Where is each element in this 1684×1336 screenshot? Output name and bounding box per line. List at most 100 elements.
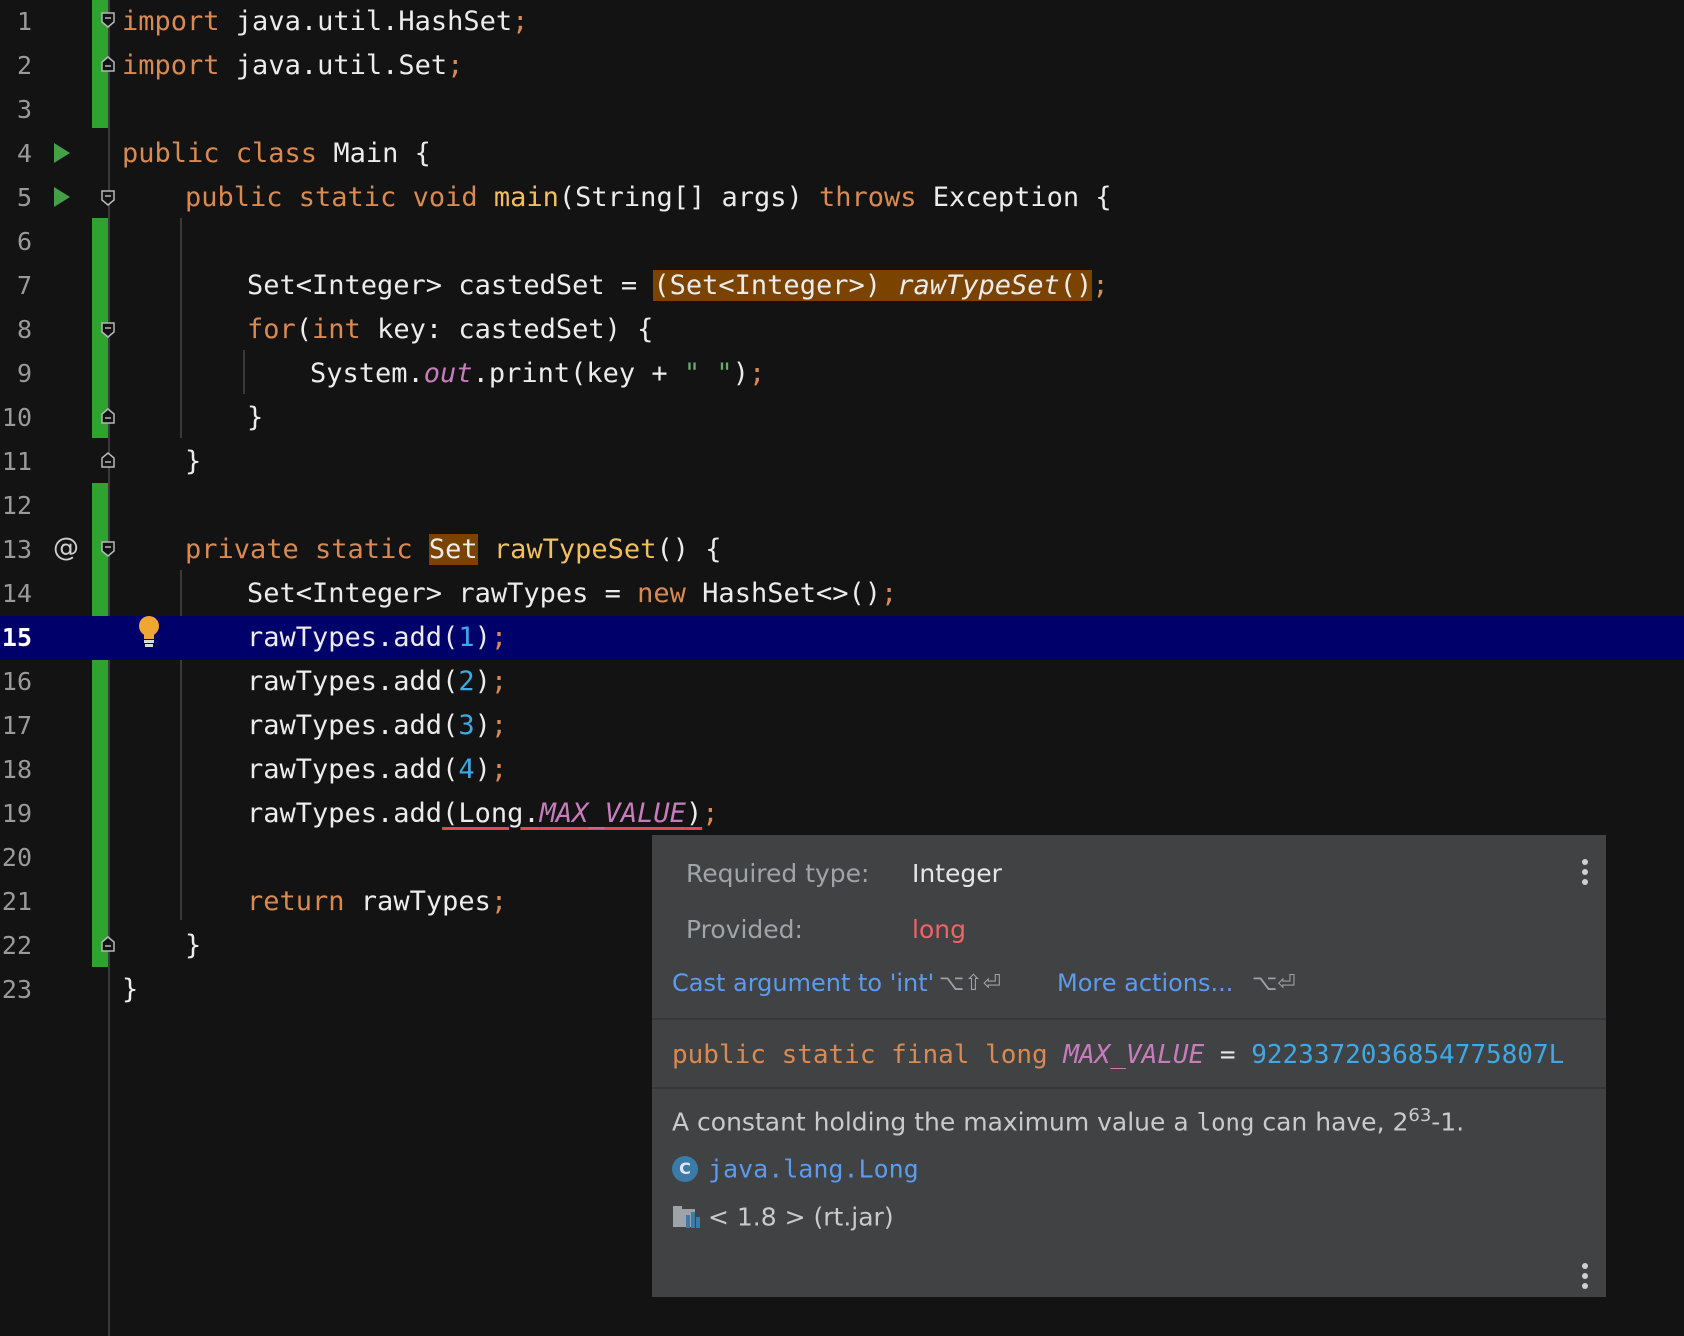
line-number[interactable]: 17 [0,704,36,748]
code-text[interactable]: Set<Integer> rawTypes = new HashSet<>(); [247,572,897,616]
line-number[interactable]: 22 [0,924,36,968]
code-text[interactable]: private static Set rawTypeSet() { [185,528,721,572]
raw-type-highlight[interactable]: Set [428,534,478,565]
fold-icon[interactable] [101,56,115,72]
keyword: throws [819,182,917,213]
popup-menu-icon[interactable] [1582,859,1588,889]
code-line[interactable]: 11 } [0,440,1684,484]
code-text[interactable]: return rawTypes; [247,880,507,924]
code-line[interactable]: 7 Set<Integer> castedSet = (Set<Integer>… [0,264,1684,308]
signature-modifiers: public static final long [672,1040,1048,1070]
semicolon: ; [748,358,766,389]
code-line[interactable]: 4 public class Main { [0,132,1684,176]
run-icon[interactable] [54,187,70,207]
declaring-class[interactable]: Cjava.lang.Long [672,1153,919,1184]
code-text[interactable]: import java.util.Set; [122,44,463,88]
line-number[interactable]: 13 [0,528,36,572]
code-text[interactable]: public class Main { [122,132,431,176]
error-tooltip-popup[interactable]: Required type: Integer Provided: long Ca… [652,835,1606,1297]
fold-icon[interactable] [101,408,115,424]
fold-icon[interactable] [101,12,115,28]
code-line[interactable]: 19 rawTypes.add(Long.MAX_VALUE); [0,792,1684,836]
fold-icon[interactable] [101,452,115,468]
more-actions-link[interactable]: More actions... [1057,969,1233,997]
code-line[interactable]: 16 rawTypes.add(2); [0,660,1684,704]
code-text[interactable]: } [122,968,138,1012]
fold-icon[interactable] [101,541,115,557]
line-number[interactable]: 19 [0,792,36,836]
code-line[interactable]: 13 private static Set rawTypeSet() { [0,528,1684,572]
popup-bottom-menu-icon[interactable] [1582,1263,1588,1293]
declaring-class-link[interactable]: java.lang.Long [708,1155,919,1184]
line-number[interactable]: 8 [0,308,36,352]
code-text[interactable]: } [185,924,201,968]
code-line-current[interactable]: 15 rawTypes.add(1); [0,616,1684,660]
line-number[interactable]: 23 [0,968,36,1012]
brace: } [247,402,264,433]
line-number[interactable]: 11 [0,440,36,484]
code-line[interactable]: 8 for(int key: castedSet) { [0,308,1684,352]
code-line[interactable]: 14 Set<Integer> rawTypes = new HashSet<>… [0,572,1684,616]
code-text[interactable]: import java.util.HashSet; [122,0,528,44]
code-text[interactable]: System.out.print(key + " "); [310,352,765,396]
keyword: int [312,314,361,345]
line-number[interactable]: 6 [0,220,36,264]
code-line[interactable]: 6 [0,220,1684,264]
code-text[interactable]: } [185,440,201,484]
redundant-cast-highlight[interactable]: (Set<Integer>) rawTypeSet() [653,270,1093,301]
code-line[interactable]: 1 import java.util.HashSet; [0,0,1684,44]
line-number[interactable]: 14 [0,572,36,616]
line-number[interactable]: 12 [0,484,36,528]
code-text[interactable]: rawTypes.add(4); [247,748,507,792]
line-number[interactable]: 20 [0,836,36,880]
lightbulb-icon[interactable] [137,615,161,649]
code-line[interactable]: 17 rawTypes.add(3); [0,704,1684,748]
code-text[interactable]: rawTypes.add(2); [247,660,507,704]
line-number[interactable]: 18 [0,748,36,792]
code-text[interactable]: rawTypes.add(Long.MAX_VALUE); [247,792,718,836]
field-description: A constant holding the maximum value a l… [672,1105,1464,1136]
fold-icon[interactable] [101,190,115,206]
identifier: rawTypes.add( [247,710,459,741]
line-number[interactable]: 21 [0,880,36,924]
type-error-underline[interactable]: (Long.MAX_VALUE) [442,798,702,829]
override-at-icon[interactable]: @ [53,533,79,563]
code-text[interactable]: Set<Integer> castedSet = (Set<Integer>) … [247,264,1109,308]
code-line[interactable]: 5 public static void main(String[] args)… [0,176,1684,220]
line-number[interactable]: 16 [0,660,36,704]
code-line[interactable]: 10 } [0,396,1684,440]
line-number[interactable]: 9 [0,352,36,396]
line-number[interactable]: 3 [0,88,36,132]
paren: ) [732,358,749,389]
description-exponent: 63 [1408,1105,1432,1126]
line-number[interactable]: 4 [0,132,36,176]
code-line[interactable]: 2 import java.util.Set; [0,44,1684,88]
run-icon[interactable] [54,143,70,163]
fold-icon[interactable] [101,936,115,952]
identifier: Set<Integer> rawTypes = [247,578,638,609]
code-text[interactable]: rawTypes.add(3); [247,704,507,748]
required-type-value: Integer [912,859,1002,888]
line-number[interactable]: 10 [0,396,36,440]
code-line[interactable]: 12 [0,484,1684,528]
line-number[interactable]: 1 [0,0,36,44]
code-line[interactable]: 9 System.out.print(key + " "); [0,352,1684,396]
fold-icon[interactable] [101,322,115,338]
line-number[interactable]: 7 [0,264,36,308]
semicolon: ; [490,622,508,653]
identifier: rawTypes.add( [247,666,459,697]
line-number[interactable]: 15 [0,616,36,660]
code-text[interactable]: public static void main(String[] args) t… [185,176,1112,220]
line-number[interactable]: 2 [0,44,36,88]
cast-argument-action[interactable]: Cast argument to 'int' [672,969,934,997]
library-icon [673,1206,700,1228]
code-text[interactable]: rawTypes.add(1); [247,616,507,660]
keyword: return [247,886,345,917]
code-line[interactable]: 3 [0,88,1684,132]
line-number[interactable]: 5 [0,176,36,220]
code-text[interactable]: for(int key: castedSet) { [247,308,653,352]
code-line[interactable]: 18 rawTypes.add(4); [0,748,1684,792]
provided-label: Provided: [686,915,803,944]
code-text[interactable]: } [247,396,263,440]
